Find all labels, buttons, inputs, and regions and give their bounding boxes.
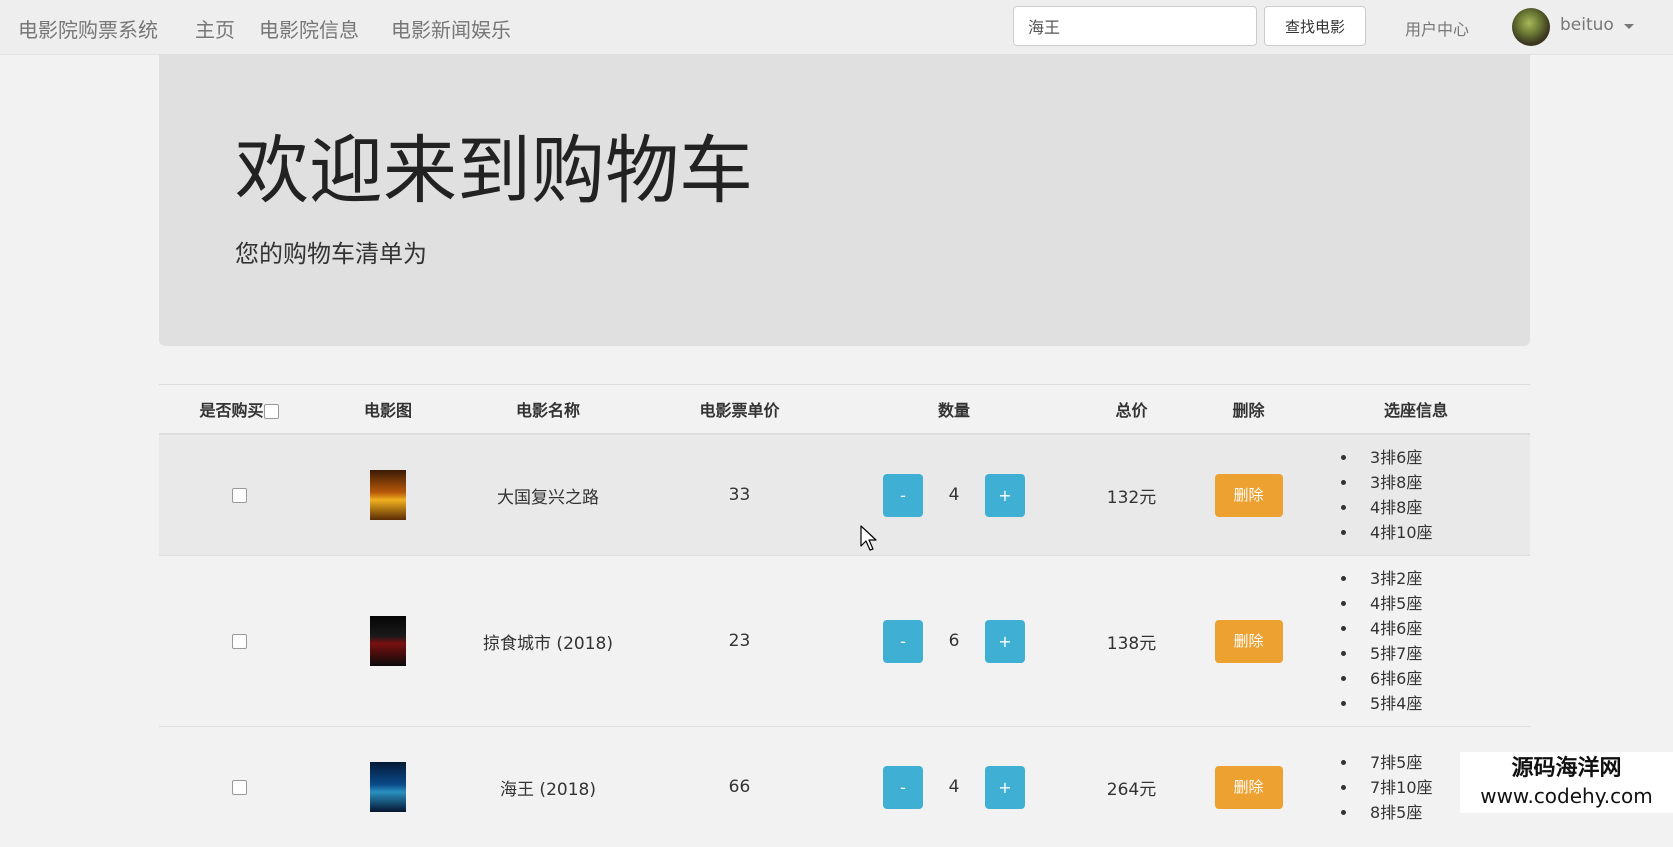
delete-cell: 删除	[1195, 727, 1302, 847]
movie-name: 海王 (2018)	[457, 727, 639, 847]
buy-cell	[159, 556, 319, 727]
seat-list: 3排2座 4排5座 4排6座 5排7座 6排6座 5排4座	[1302, 566, 1530, 716]
buy-cell	[159, 727, 319, 847]
quantity-value: 6	[923, 631, 985, 651]
seat-item: 4排10座	[1358, 520, 1530, 545]
seat-item: 5排7座	[1358, 641, 1530, 666]
search-input[interactable]	[1013, 6, 1257, 46]
user-center-link[interactable]: 用户中心	[1405, 16, 1469, 40]
header-unit-price: 电影票单价	[639, 385, 840, 435]
nav-link-cinema-info[interactable]: 电影院信息	[259, 14, 359, 43]
nav-link-movie-news[interactable]: 电影新闻娱乐	[391, 14, 511, 43]
movie-poster	[370, 616, 406, 666]
navbar: 电影院购票系统 主页 电影院信息 电影新闻娱乐 查找电影 用户中心 beituo	[0, 0, 1673, 55]
poster-cell	[319, 727, 457, 847]
seat-item: 3排6座	[1358, 445, 1530, 470]
increment-button[interactable]: +	[985, 474, 1025, 517]
total-price: 132元	[1068, 434, 1195, 556]
increment-button[interactable]: +	[985, 766, 1025, 809]
seat-item: 4排5座	[1358, 591, 1530, 616]
search-button[interactable]: 查找电影	[1264, 6, 1366, 46]
table-row: 大国复兴之路 33 -4+ 132元 删除 3排6座 3排8座 4排8座 4排1…	[159, 434, 1530, 556]
delete-cell: 删除	[1195, 434, 1302, 556]
page-title: 欢迎来到购物车	[235, 134, 753, 208]
quantity-stepper: -6+	[840, 556, 1068, 727]
buy-checkbox[interactable]	[232, 780, 247, 795]
movie-poster	[370, 470, 406, 520]
table-row: 掠食城市 (2018) 23 -6+ 138元 删除 3排2座 4排5座 4排6…	[159, 556, 1530, 727]
table-header-row: 是否购买 电影图 电影名称 电影票单价 数量 总价 删除 选座信息	[159, 385, 1530, 435]
header-delete: 删除	[1195, 385, 1302, 435]
watermark-title: 源码海洋网	[1460, 752, 1673, 783]
delete-cell: 删除	[1195, 556, 1302, 727]
buy-checkbox[interactable]	[232, 488, 247, 503]
header-seat-info: 选座信息	[1302, 385, 1530, 435]
header-movie-name: 电影名称	[457, 385, 639, 435]
header-quantity: 数量	[840, 385, 1068, 435]
seat-info: 3排2座 4排5座 4排6座 5排7座 6排6座 5排4座	[1302, 556, 1530, 727]
unit-price: 23	[639, 556, 840, 727]
watermark-url: www.codehy.com	[1460, 783, 1673, 809]
select-all-checkbox[interactable]	[264, 404, 279, 419]
movie-name: 掠食城市 (2018)	[457, 556, 639, 727]
seat-item: 3排2座	[1358, 566, 1530, 591]
header-total: 总价	[1068, 385, 1195, 435]
page-subtitle: 您的购物车清单为	[235, 234, 427, 269]
decrement-button[interactable]: -	[883, 474, 923, 517]
header-buy-label: 是否购买	[199, 401, 263, 420]
table-row: 海王 (2018) 66 -4+ 264元 删除 7排5座 7排10座 8排5座	[159, 727, 1530, 847]
watermark: 源码海洋网 www.codehy.com	[1460, 752, 1673, 813]
movie-name: 大国复兴之路	[457, 434, 639, 556]
increment-button[interactable]: +	[985, 620, 1025, 663]
jumbotron: 欢迎来到购物车 您的购物车清单为	[159, 54, 1530, 346]
buy-cell	[159, 434, 319, 556]
decrement-button[interactable]: -	[883, 620, 923, 663]
quantity-stepper: -4+	[840, 727, 1068, 847]
delete-button[interactable]: 删除	[1215, 766, 1283, 809]
poster-cell	[319, 556, 457, 727]
seat-item: 4排8座	[1358, 495, 1530, 520]
seat-item: 5排4座	[1358, 691, 1530, 716]
header-buy: 是否购买	[159, 385, 319, 435]
nav-link-home[interactable]: 主页	[195, 14, 235, 43]
seat-info: 3排6座 3排8座 4排8座 4排10座	[1302, 434, 1530, 556]
total-price: 264元	[1068, 727, 1195, 847]
unit-price: 33	[639, 434, 840, 556]
decrement-button[interactable]: -	[883, 766, 923, 809]
seat-item: 3排8座	[1358, 470, 1530, 495]
seat-item: 4排6座	[1358, 616, 1530, 641]
poster-cell	[319, 434, 457, 556]
caret-down-icon[interactable]	[1624, 24, 1634, 29]
seat-list: 3排6座 3排8座 4排8座 4排10座	[1302, 445, 1530, 545]
brand-link[interactable]: 电影院购票系统	[18, 14, 158, 43]
header-poster: 电影图	[319, 385, 457, 435]
movie-poster	[370, 762, 406, 812]
avatar[interactable]	[1512, 8, 1550, 46]
quantity-value: 4	[923, 485, 985, 505]
cart-table: 是否购买 电影图 电影名称 电影票单价 数量 总价 删除 选座信息 大国复兴之路…	[159, 384, 1530, 847]
mouse-cursor-icon	[860, 525, 880, 553]
total-price: 138元	[1068, 556, 1195, 727]
delete-button[interactable]: 删除	[1215, 620, 1283, 663]
quantity-value: 4	[923, 777, 985, 797]
delete-button[interactable]: 删除	[1215, 474, 1283, 517]
buy-checkbox[interactable]	[232, 634, 247, 649]
username-dropdown[interactable]: beituo	[1560, 15, 1614, 35]
seat-item: 6排6座	[1358, 666, 1530, 691]
unit-price: 66	[639, 727, 840, 847]
